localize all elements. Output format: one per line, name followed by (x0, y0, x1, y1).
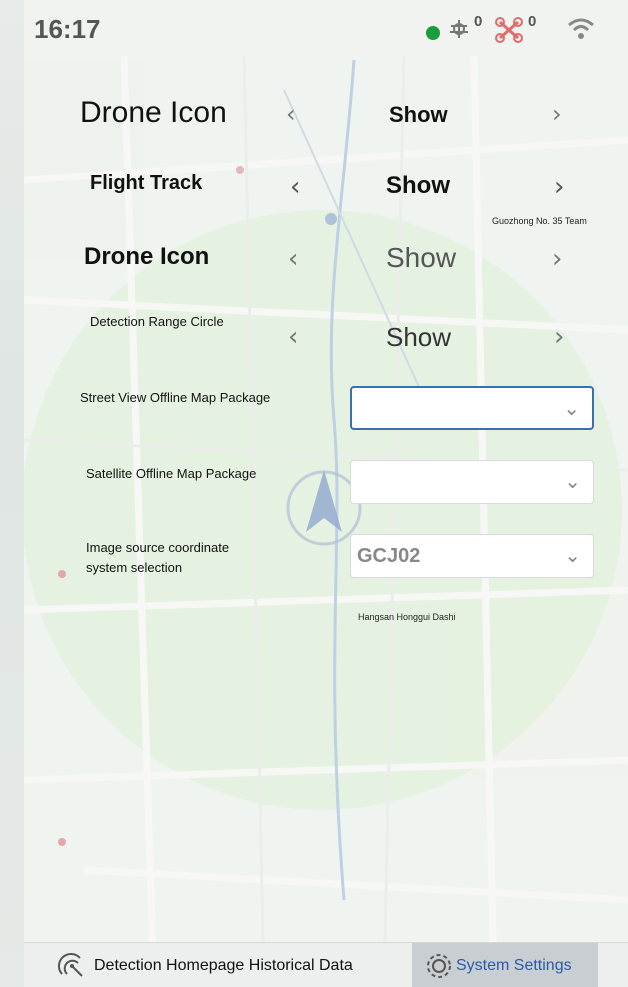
connected-dot-icon (426, 26, 440, 40)
setting-value: Show (386, 322, 452, 352)
satellite-label: Satellite Offline Map Package (86, 466, 257, 481)
tab-system-settings-label: System Settings (456, 956, 572, 974)
radar-icon (58, 952, 83, 977)
status-time: 16:17 (34, 14, 101, 44)
coord-system-label: Image source coordinate system selection (86, 538, 229, 578)
setting-value: Show (386, 172, 450, 199)
left-edge-strip (0, 0, 24, 987)
chevron-right-icon[interactable]: › (552, 100, 562, 128)
drone-count: 0 (528, 13, 537, 30)
map-label-building: Hangsan Honggui Dashi (358, 612, 456, 622)
setting-label: Flight Track (90, 172, 203, 194)
chevron-down-icon: ⌄ (564, 469, 581, 493)
coord-label-line2: system selection (86, 560, 183, 575)
chevron-right-icon[interactable]: › (552, 244, 562, 274)
chevron-left-icon[interactable]: ‹ (288, 244, 298, 274)
chevron-left-icon[interactable]: ‹ (290, 172, 300, 202)
street-view-select[interactable]: ⌄ (350, 386, 594, 430)
tab-detection-home[interactable]: Detection Homepage Historical Data (58, 943, 398, 987)
setting-value: Show (386, 242, 457, 273)
chevron-left-icon[interactable]: ‹ (286, 100, 296, 128)
phone-screen: 16:17 0 0 Drone Icon ‹ Show › Flight Tra… (24, 0, 628, 987)
drone-off-icon (495, 17, 523, 43)
wifi-icon (568, 18, 594, 39)
antenna-icon (450, 20, 468, 38)
coord-system-select[interactable]: GCJ02 ⌄ (350, 534, 594, 578)
bottom-nav-bar: Detection Homepage Historical Data Syste… (24, 942, 628, 987)
chevron-left-icon[interactable]: ‹ (288, 322, 298, 352)
map-label-team: Guozhong No. 35 Team (492, 216, 587, 226)
tab-system-settings[interactable]: System Settings (412, 943, 598, 987)
chevron-right-icon[interactable]: › (554, 322, 564, 352)
status-bar: 16:17 0 0 (24, 0, 628, 56)
tab-detection-home-label: Detection Homepage Historical Data (94, 956, 353, 974)
antenna-count: 0 (474, 13, 483, 30)
chevron-down-icon: ⌄ (564, 543, 581, 567)
setting-label: Drone Icon (84, 243, 210, 270)
satellite-select[interactable]: ⌄ (350, 460, 594, 504)
gear-icon (427, 953, 451, 978)
coord-system-value: GCJ02 (357, 545, 421, 567)
coord-label-line1: Image source coordinate (86, 540, 230, 555)
setting-label: Detection Range Circle (90, 314, 224, 329)
setting-label: Drone Icon (80, 96, 227, 129)
chevron-right-icon[interactable]: › (554, 172, 564, 202)
street-view-label: Street View Offline Map Package (80, 390, 271, 405)
setting-value: Show (389, 102, 448, 127)
chevron-down-icon: ⌄ (563, 396, 580, 420)
